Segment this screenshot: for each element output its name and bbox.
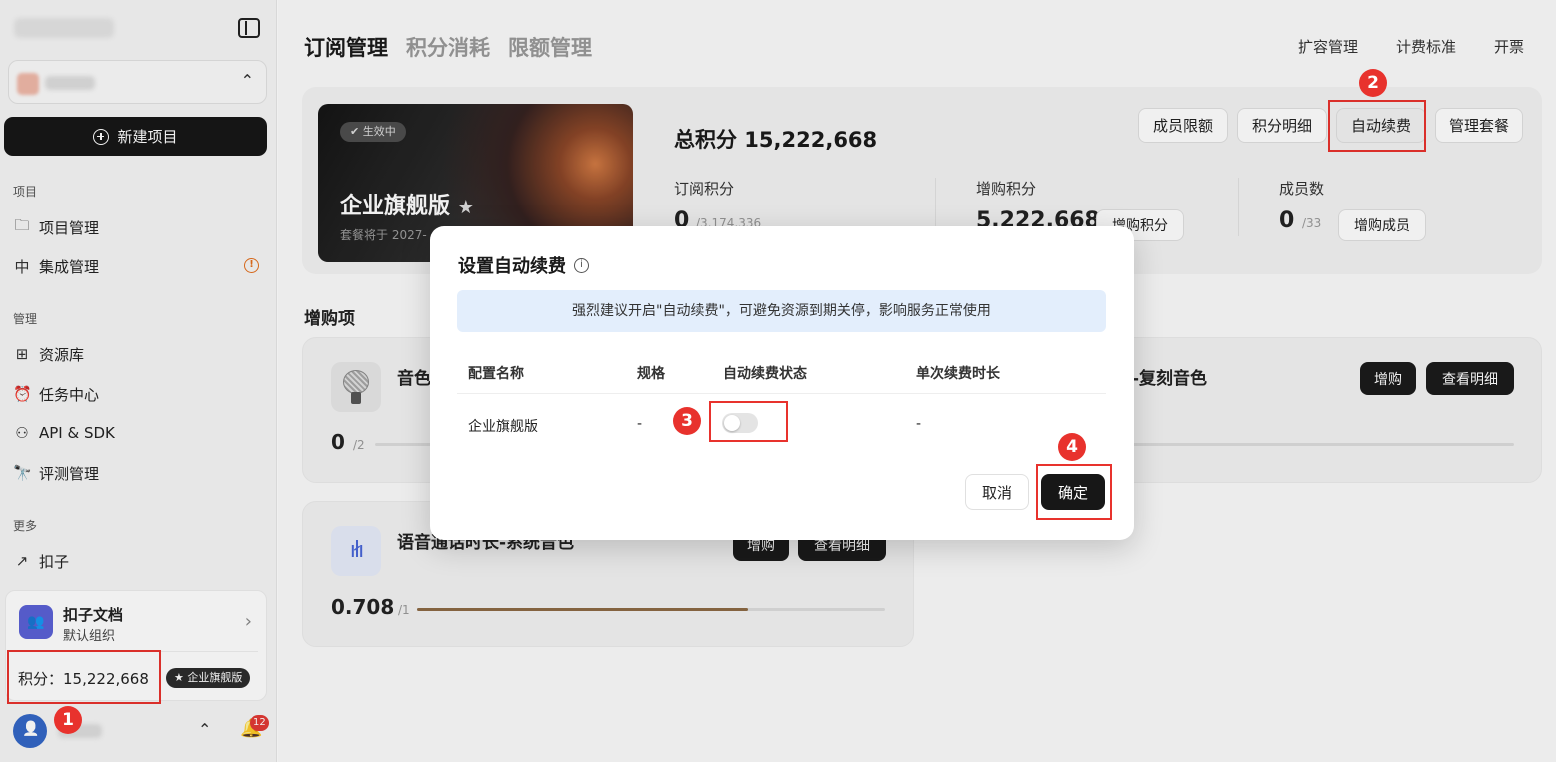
column-header-spec: 规格 [637,366,665,382]
auto-renew-dialog: 设置自动续费 i 强烈建议开启"自动续费"，可避免资源到期关停，影响服务正常使用… [430,226,1134,540]
row-duration: - [916,416,922,432]
step-marker-1: 1 [54,706,82,734]
row-config-name: 企业旗舰版 [468,419,538,435]
row-spec: - [637,416,643,432]
step-marker-3: 3 [673,407,701,435]
highlight-box-3 [709,401,788,442]
highlight-box-4 [1036,464,1112,520]
notice-banner: 强烈建议开启"自动续费"，可避免资源到期关停，影响服务正常使用 [457,290,1106,332]
dialog-title: 设置自动续费 i [458,252,589,278]
cancel-button[interactable]: 取消 [965,474,1029,510]
dialog-title-text: 设置自动续费 [458,256,566,277]
column-header-name: 配置名称 [468,366,524,382]
info-icon[interactable]: i [574,257,589,273]
divider [457,393,1106,394]
column-header-duration: 单次续费时长 [916,366,1000,382]
step-marker-4: 4 [1058,433,1086,461]
step-marker-2: 2 [1359,69,1387,97]
column-header-auto-renew: 自动续费状态 [723,366,807,382]
